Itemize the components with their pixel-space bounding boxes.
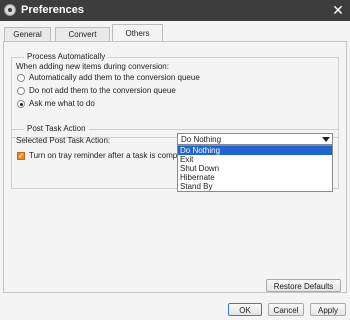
radio-ask-me-label: Ask me what to do xyxy=(29,99,95,108)
post-task-group-title: Post Task Action xyxy=(24,124,89,134)
chevron-down-icon[interactable] xyxy=(322,137,330,142)
ok-button[interactable]: OK xyxy=(228,303,262,316)
option-shut-down[interactable]: Shut Down xyxy=(178,164,332,173)
cancel-button[interactable]: Cancel xyxy=(268,303,304,316)
window-title: Preferences xyxy=(21,4,84,16)
radio-ask-me[interactable] xyxy=(17,100,25,108)
post-task-action-select[interactable]: Do Nothing xyxy=(177,133,333,145)
radio-do-not-add-label: Do not add them to the conversion queue xyxy=(29,86,176,95)
post-task-selected-value: Do Nothing xyxy=(181,135,222,144)
tab-others[interactable]: Others xyxy=(112,24,163,42)
apply-button[interactable]: Apply xyxy=(310,303,346,316)
app-icon xyxy=(4,4,16,16)
restore-defaults-button[interactable]: Restore Defaults xyxy=(266,279,341,292)
close-icon[interactable]: ✕ xyxy=(331,2,345,18)
option-stand-by[interactable]: Stand By xyxy=(178,182,332,191)
process-group-title: Process Automatically xyxy=(24,52,109,62)
radio-auto-add-label: Automatically add them to the conversion… xyxy=(29,73,200,82)
post-task-action-dropdown: Do Nothing Exit Shut Down Hibernate Stan… xyxy=(177,145,333,192)
process-prompt: When adding new items during conversion: xyxy=(16,62,169,71)
title-bar: Preferences ✕ xyxy=(0,0,350,21)
radio-do-not-add[interactable] xyxy=(17,87,25,95)
tab-convert[interactable]: Convert xyxy=(55,27,110,41)
radio-auto-add[interactable] xyxy=(17,74,25,82)
tab-general[interactable]: General xyxy=(4,27,51,41)
option-exit[interactable]: Exit xyxy=(178,155,332,164)
tray-reminder-label: Turn on tray reminder after a task is co… xyxy=(29,151,191,160)
post-task-select-label: Selected Post Task Action: xyxy=(16,136,111,145)
option-do-nothing[interactable]: Do Nothing xyxy=(178,146,332,155)
option-hibernate[interactable]: Hibernate xyxy=(178,173,332,182)
tray-reminder-checkbox[interactable]: ✓ xyxy=(17,152,25,160)
